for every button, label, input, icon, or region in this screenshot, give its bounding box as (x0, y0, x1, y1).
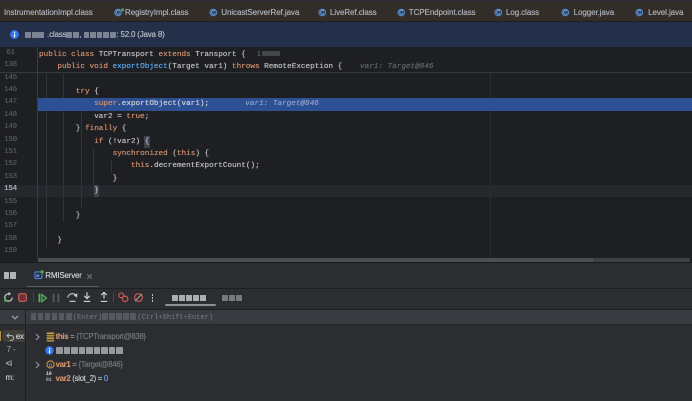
svg-text:C: C (496, 11, 501, 17)
svg-text:C: C (211, 11, 216, 17)
svg-text:C: C (115, 11, 120, 17)
svg-text:p: p (48, 362, 52, 369)
svg-text:C: C (399, 11, 404, 17)
svg-text:C: C (563, 11, 568, 17)
svg-text:C: C (320, 11, 325, 17)
svg-text:C: C (637, 11, 642, 17)
